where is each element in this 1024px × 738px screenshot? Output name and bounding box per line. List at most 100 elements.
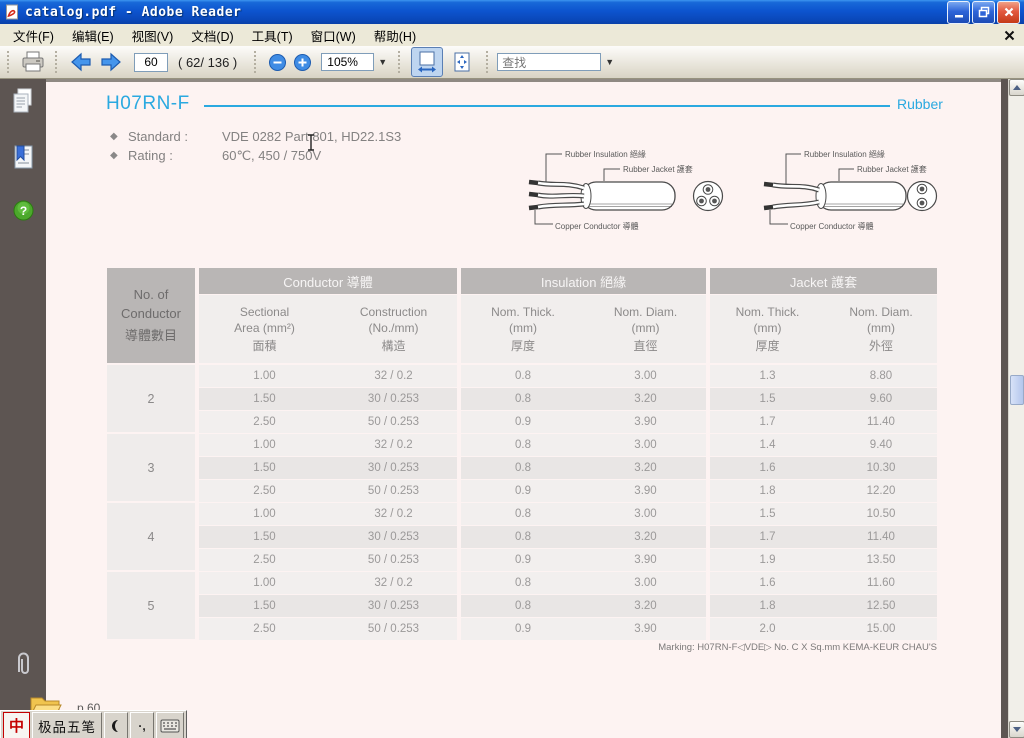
subheader-sectional-area: Sectional Area (mm²) 面積: [199, 295, 330, 363]
menu-view[interactable]: 视图(V): [123, 23, 183, 48]
conductor-label: Copper Conductor 導體: [790, 221, 874, 231]
table-cell: 1.8: [710, 480, 825, 502]
subheader-line: Sectional: [240, 305, 289, 319]
ime-softkeyboard-button[interactable]: [156, 712, 184, 738]
table-cell: 32 / 0.2: [330, 365, 457, 387]
table-cell: 1.50: [199, 388, 330, 410]
toolbar-grip: [7, 51, 11, 73]
diamond-bullet-icon: ◆: [110, 148, 128, 164]
subheader-row: Nom. Thick. (mm) 厚度 Nom. Diam. (mm) 外徑: [710, 295, 937, 363]
close-button[interactable]: [997, 1, 1020, 24]
conductor-count-cell: 4: [107, 503, 195, 570]
subheader-line: (No./mm): [369, 321, 419, 335]
menu-help[interactable]: 帮助(H): [365, 23, 425, 48]
table-cell: 9.60: [825, 388, 937, 410]
toolbar-grip: [254, 51, 258, 73]
restore-icon: [977, 5, 991, 19]
table-cell: 0.8: [461, 503, 585, 525]
table-cell: 1.9: [710, 549, 825, 571]
table-cell: 11.60: [825, 572, 937, 594]
close-icon: [1002, 5, 1016, 19]
find-dropdown-arrow-icon[interactable]: ▼: [601, 57, 618, 67]
zoom-out-button[interactable]: [265, 50, 290, 75]
pages-panel-button[interactable]: [0, 88, 46, 115]
ime-toolbar: 中 极品五笔 ·,: [0, 710, 187, 738]
table-cell: 0.9: [461, 480, 585, 502]
attachments-panel-button[interactable]: [0, 650, 46, 678]
table-cell: 3.90: [585, 411, 706, 433]
menu-tools[interactable]: 工具(T): [243, 23, 302, 48]
menu-window[interactable]: 窗口(W): [302, 23, 365, 48]
table-cell: 15.00: [825, 618, 937, 640]
close-document-icon[interactable]: [1004, 30, 1015, 41]
fit-page-button[interactable]: [447, 48, 477, 76]
arrow-down-icon: [1013, 727, 1021, 732]
spec-rating: ◆ Rating : 60℃, 450 / 750V: [110, 148, 321, 164]
fit-width-button[interactable]: [411, 47, 443, 77]
table-cell: 2.50: [199, 618, 330, 640]
table-row: 1.5030 / 0.253: [199, 595, 457, 617]
zoom-dropdown-arrow-icon[interactable]: ▼: [374, 57, 391, 67]
table-row: 0.83.00: [461, 503, 706, 525]
bookmarks-icon: [10, 144, 36, 171]
table-cell: 2.50: [199, 480, 330, 502]
menu-edit[interactable]: 编辑(E): [63, 23, 123, 48]
table-cell: 2.0: [710, 618, 825, 640]
table-cell: 12.50: [825, 595, 937, 617]
zoom-level-select[interactable]: 105%: [321, 53, 374, 71]
pages-icon: [11, 88, 35, 115]
minimize-button[interactable]: [947, 1, 970, 24]
table-cell: 1.6: [710, 572, 825, 594]
ime-name-label[interactable]: 极品五笔: [32, 712, 102, 738]
table-cell: 0.8: [461, 572, 585, 594]
table-cell: 50 / 0.253: [330, 618, 457, 640]
zoom-in-button[interactable]: [290, 50, 315, 75]
paperclip-icon: [11, 650, 35, 678]
table-row: 1.38.80: [710, 365, 937, 387]
previous-page-button[interactable]: [66, 47, 96, 77]
print-button[interactable]: [18, 48, 48, 76]
subheader-line: (mm): [867, 321, 895, 335]
vertical-scrollbar[interactable]: [1008, 79, 1024, 738]
ime-punctuation-button[interactable]: ·,: [130, 712, 154, 738]
menu-document[interactable]: 文档(D): [182, 23, 242, 48]
help-icon: ?: [13, 200, 34, 221]
table-cell: 0.8: [461, 457, 585, 479]
corner-line: No. of: [134, 287, 169, 302]
scroll-down-button[interactable]: [1009, 721, 1024, 738]
table-cell: 0.8: [461, 595, 585, 617]
table-row: 1.0032 / 0.2: [199, 572, 457, 594]
document-pane: ? H07RN-F Rubber ◆ Standard : VDE 0282 P…: [0, 79, 1024, 738]
bookmarks-panel-button[interactable]: [0, 144, 46, 171]
next-page-button[interactable]: [96, 47, 126, 77]
fit-width-icon: [417, 50, 437, 74]
table-cell: 1.50: [199, 457, 330, 479]
page-number-input[interactable]: [134, 53, 168, 72]
subheader-line: (mm): [632, 321, 660, 335]
ime-fullhalf-button[interactable]: [104, 712, 128, 738]
table-row: 1.611.60: [710, 572, 937, 594]
ime-language-button[interactable]: 中: [3, 712, 30, 738]
help-panel-button[interactable]: ?: [0, 200, 46, 221]
window-title: catalog.pdf - Adobe Reader: [25, 5, 242, 20]
restore-button[interactable]: [972, 1, 995, 24]
table-cell: 11.40: [825, 411, 937, 433]
window-controls: [947, 1, 1020, 24]
table-group-jacket: Jacket 護套 Nom. Thick. (mm) 厚度 Nom. Diam.…: [710, 268, 937, 641]
spec-standard: ◆ Standard : VDE 0282 Part 801, HD22.1S3: [110, 129, 401, 144]
menu-file[interactable]: 文件(F): [4, 23, 63, 48]
table-row: 1.5030 / 0.253: [199, 457, 457, 479]
subheader-line: Area (mm²): [234, 321, 295, 335]
scroll-up-button[interactable]: [1009, 79, 1024, 96]
back-arrow-icon: [69, 50, 93, 74]
table-row: 0.93.90: [461, 480, 706, 502]
find-input[interactable]: [497, 53, 601, 71]
table-cell: 1.50: [199, 595, 330, 617]
table-cell: 3.00: [585, 365, 706, 387]
cable-diagram-3core: Rubber Insulation 絕緣 Rubber Jacket 護套 Co…: [525, 142, 725, 234]
toolbar-grip: [398, 51, 402, 73]
spec-label: Standard :: [128, 129, 222, 144]
scrollbar-thumb[interactable]: [1010, 375, 1024, 405]
moon-icon: [108, 718, 124, 734]
cable-diagram-2core: Rubber Insulation 絕緣 Rubber Jacket 護套 Co…: [752, 142, 940, 234]
